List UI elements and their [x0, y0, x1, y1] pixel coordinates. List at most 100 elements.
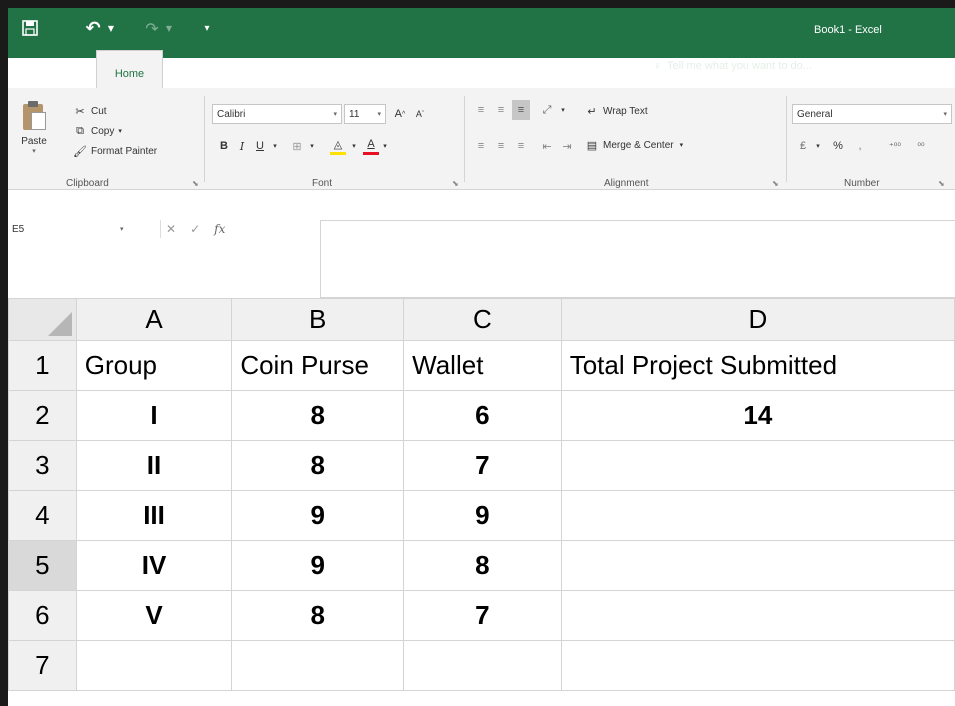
row-header-1[interactable]: 1 — [8, 340, 77, 391]
cell-a3[interactable]: II — [75, 440, 233, 491]
cell-d4[interactable] — [560, 490, 955, 541]
cut-button[interactable]: ✂ Cut — [72, 102, 106, 120]
select-all-button[interactable] — [8, 298, 77, 341]
chevron-down-icon[interactable]: ▾ — [813, 136, 823, 156]
paste-button[interactable]: Paste ▾ — [14, 98, 54, 168]
cell-d1[interactable]: Total Project Submitted — [560, 340, 955, 391]
row-header-5[interactable]: 5 — [8, 540, 77, 591]
cell-d3[interactable] — [560, 440, 955, 491]
align-right-icon[interactable]: ≡ — [512, 136, 530, 156]
increase-indent-icon[interactable]: ⇥ — [558, 136, 576, 156]
cell-a1[interactable]: Group — [75, 340, 233, 391]
dialog-launcher-icon[interactable]: ⬊ — [938, 179, 945, 188]
dialog-launcher-icon[interactable]: ⬊ — [772, 179, 779, 188]
row-header-6[interactable]: 6 — [8, 590, 77, 641]
undo-icon[interactable]: ↶ — [82, 18, 104, 39]
font-family-select[interactable]: Calibri ▾ — [212, 104, 342, 124]
tab-formulas[interactable]: Formulas — [372, 46, 418, 86]
cell-d2[interactable]: 14 — [560, 390, 955, 441]
cell-c4[interactable]: 9 — [403, 490, 562, 541]
borders-icon[interactable]: ⊞ — [288, 136, 306, 156]
formula-input[interactable] — [320, 220, 955, 298]
cell-b4[interactable]: 9 — [231, 490, 405, 541]
cell-b3[interactable]: 8 — [231, 440, 405, 491]
redo-dropdown-icon[interactable]: ▼ — [164, 18, 174, 38]
number-format-select[interactable]: General ▾ — [792, 104, 952, 124]
decrease-indent-icon[interactable]: ⇤ — [538, 136, 556, 156]
align-left-icon[interactable]: ≡ — [472, 136, 490, 156]
cell-a2[interactable]: I — [75, 390, 233, 441]
dialog-launcher-icon[interactable]: ⬊ — [192, 179, 199, 188]
cell-c3[interactable]: 7 — [403, 440, 562, 491]
font-color-icon[interactable]: A — [362, 134, 380, 154]
cell-b7[interactable] — [231, 640, 405, 691]
cell-b6[interactable]: 8 — [231, 590, 405, 641]
cancel-icon[interactable]: ✕ — [166, 222, 176, 236]
cell-a6[interactable]: V — [75, 590, 233, 641]
column-header-d[interactable]: D — [560, 298, 955, 341]
chevron-down-icon[interactable]: ▾ — [307, 136, 317, 156]
accounting-format-icon[interactable]: ₤ — [794, 136, 812, 156]
decrease-font-icon[interactable]: Aˇ — [412, 104, 428, 124]
cell-a4[interactable]: III — [75, 490, 233, 541]
cell-d5[interactable] — [560, 540, 955, 591]
cell-c7[interactable] — [403, 640, 562, 691]
redo-icon[interactable]: ↷ — [142, 18, 162, 38]
name-box[interactable]: E5 ▾ — [8, 218, 158, 240]
italic-button[interactable]: I — [234, 136, 250, 156]
font-size-select[interactable]: 11 ▾ — [344, 104, 386, 124]
undo-dropdown-icon[interactable]: ▼ — [106, 18, 116, 38]
align-bottom-icon[interactable]: ≡ — [512, 100, 530, 120]
customize-qat-icon[interactable]: ▾ — [202, 18, 212, 38]
row-header-7[interactable]: 7 — [8, 640, 77, 691]
percent-style-button[interactable]: % — [830, 136, 846, 156]
underline-button[interactable]: U — [252, 136, 268, 156]
align-middle-icon[interactable]: ≡ — [492, 100, 510, 120]
chevron-down-icon[interactable]: ▾ — [380, 136, 390, 156]
tab-review[interactable]: Review — [530, 46, 566, 86]
cell-c2[interactable]: 6 — [403, 390, 562, 441]
align-top-icon[interactable]: ≡ — [472, 100, 490, 120]
tab-data[interactable]: Data — [461, 46, 484, 86]
column-header-b[interactable]: B — [231, 298, 405, 341]
bold-button[interactable]: B — [216, 136, 232, 156]
save-icon[interactable] — [20, 18, 40, 38]
insert-function-button[interactable]: fx — [214, 222, 225, 236]
tab-insert[interactable]: Insert — [186, 46, 214, 86]
cell-b5[interactable]: 9 — [231, 540, 405, 591]
row-header-3[interactable]: 3 — [8, 440, 77, 491]
chevron-down-icon[interactable]: ▾ — [558, 100, 568, 120]
increase-font-icon[interactable]: A ^ — [392, 104, 408, 124]
cell-c5[interactable]: 8 — [403, 540, 562, 591]
orientation-icon[interactable]: ⤢ — [538, 100, 556, 120]
comma-style-icon[interactable]: , — [854, 136, 866, 156]
row-header-4[interactable]: 4 — [8, 490, 77, 541]
tab-file[interactable]: File — [18, 46, 36, 86]
copy-button[interactable]: ⧉ Copy ▾ — [72, 122, 122, 140]
cell-c6[interactable]: 7 — [403, 590, 562, 641]
chevron-down-icon[interactable]: ▾ — [349, 136, 359, 156]
column-header-c[interactable]: C — [403, 298, 562, 341]
row-header-2[interactable]: 2 — [8, 390, 77, 441]
tell-me-box[interactable]: ♀ Tell me what you want to do... — [653, 46, 812, 86]
enter-icon[interactable]: ✓ — [190, 222, 200, 236]
cell-b2[interactable]: 8 — [231, 390, 405, 441]
dialog-launcher-icon[interactable]: ⬊ — [452, 179, 459, 188]
cell-c1[interactable]: Wallet — [403, 340, 562, 391]
increase-decimal-icon[interactable]: ⁺⁰⁰ — [884, 136, 906, 156]
chevron-down-icon[interactable]: ▾ — [270, 136, 280, 156]
fill-color-icon[interactable]: ◬ — [328, 134, 348, 154]
merge-center-button[interactable]: ▤ Merge & Center ▾ — [584, 136, 683, 154]
decrease-decimal-icon[interactable]: ⁰⁰ — [910, 136, 932, 156]
cell-a7[interactable] — [75, 640, 233, 691]
cell-d7[interactable] — [560, 640, 955, 691]
align-center-icon[interactable]: ≡ — [492, 136, 510, 156]
format-painter-button[interactable]: 🖌 Format Painter — [72, 142, 157, 160]
wrap-text-button[interactable]: ↵ Wrap Text — [584, 102, 647, 120]
cell-a5[interactable]: IV — [75, 540, 233, 591]
tab-page-layout[interactable]: Page Layout — [255, 46, 317, 86]
cell-d6[interactable] — [560, 590, 955, 641]
tab-view[interactable]: View — [602, 46, 626, 86]
cell-b1[interactable]: Coin Purse — [231, 340, 405, 391]
column-header-a[interactable]: A — [75, 298, 233, 341]
